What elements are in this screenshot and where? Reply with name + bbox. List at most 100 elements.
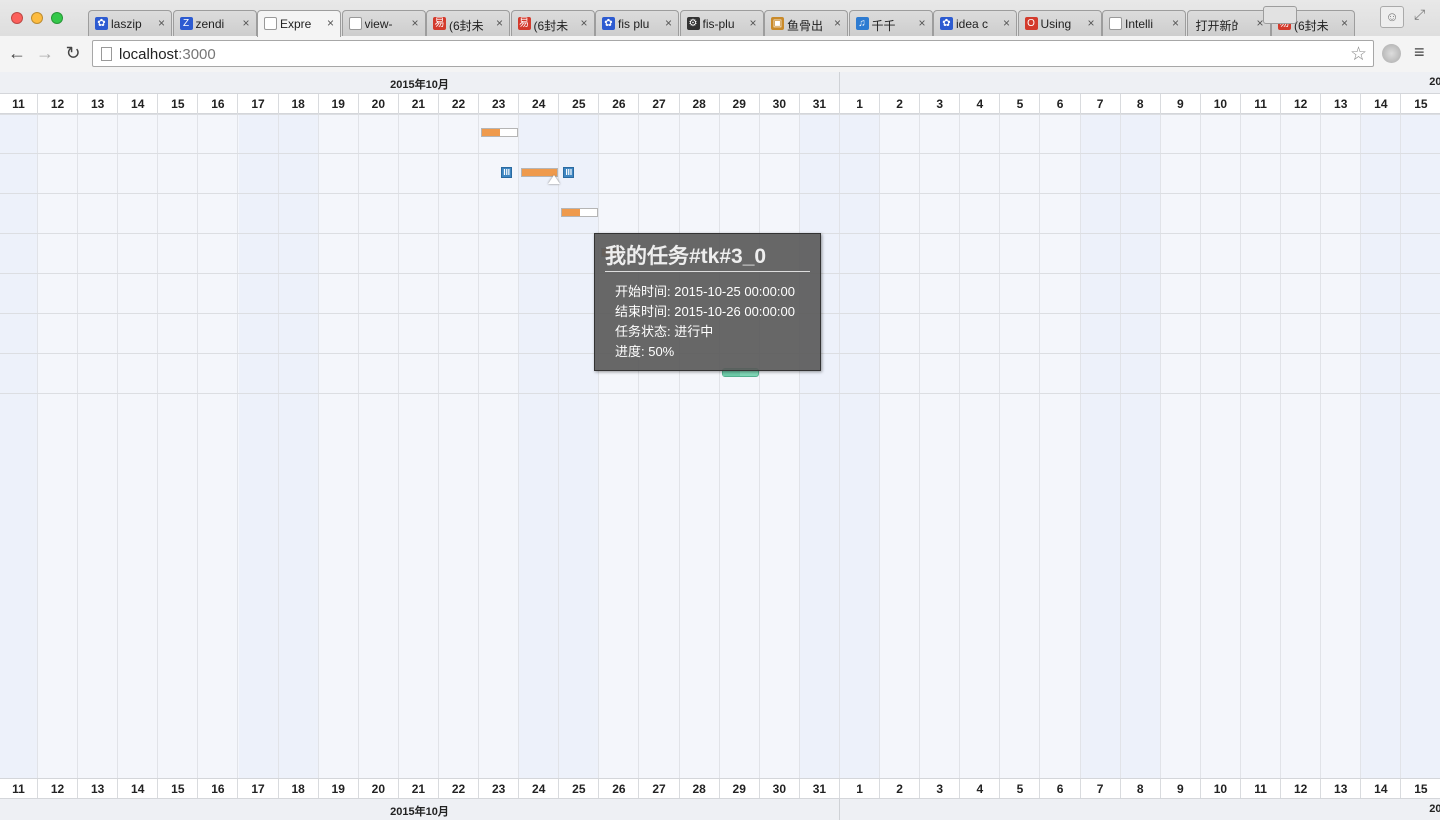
day-label: 30 bbox=[760, 779, 800, 799]
profile-icon[interactable]: ☺ bbox=[1380, 6, 1404, 28]
url-text[interactable]: localhost:3000 bbox=[119, 46, 216, 63]
browser-tab[interactable]: O Using × bbox=[1017, 10, 1102, 36]
day-label: 7 bbox=[1081, 779, 1121, 799]
day-label: 15 bbox=[1401, 94, 1440, 114]
tab-close-icon[interactable]: × bbox=[1087, 16, 1094, 30]
tooltip-progress: 进度: 50% bbox=[615, 344, 675, 359]
day-label: 11 bbox=[1241, 94, 1282, 114]
gantt-chart: 2015年10月 20 11 12 13 14 15 16 17 18 19 20 21 22 23 24 2… bbox=[0, 72, 1440, 820]
browser-tab[interactable]: Intelli × bbox=[1102, 10, 1186, 36]
tab-close-icon[interactable]: × bbox=[1003, 16, 1010, 30]
day-label: 10 bbox=[1201, 779, 1241, 799]
resize-handle-left[interactable]: III bbox=[501, 167, 513, 178]
paw-icon: ✿ bbox=[602, 17, 615, 30]
tab-close-icon[interactable]: × bbox=[411, 16, 418, 30]
browser-tab[interactable]: Zzendi × bbox=[172, 10, 257, 36]
window-close-button[interactable] bbox=[11, 12, 23, 24]
day-label: 20 bbox=[359, 779, 399, 799]
page-icon bbox=[101, 47, 112, 61]
day-column bbox=[1401, 114, 1440, 778]
browser-tab[interactable]: 打开新的× bbox=[1186, 10, 1271, 36]
window-maximize-button[interactable] bbox=[51, 12, 63, 24]
extension-globe-icon[interactable] bbox=[1382, 44, 1401, 63]
progress-drag-handle[interactable] bbox=[548, 175, 561, 184]
browser-tab[interactable]: ✿ idea c × bbox=[933, 10, 1017, 36]
browser-tab[interactable]: view- × bbox=[341, 10, 426, 36]
day-header-bottom: 11 12 13 14 15 16 17 18 19 20 21 22 23 24 25 26 27 28 29 30… bbox=[0, 778, 1440, 799]
browser-tab[interactable]: ▣ 鱼骨出 × bbox=[764, 10, 848, 36]
browser-tab[interactable]: 易(6封未 × bbox=[426, 10, 510, 36]
browser-tab[interactable]: ✿ laszip × bbox=[88, 10, 172, 36]
browser-tab[interactable]: ✿ fis plu × bbox=[595, 10, 679, 36]
new-tab-button[interactable] bbox=[1263, 6, 1297, 24]
tab-close-icon[interactable]: × bbox=[834, 16, 841, 30]
tab-label: Expre bbox=[280, 17, 312, 31]
day-label: 12 bbox=[38, 94, 79, 114]
url-port: :3000 bbox=[178, 46, 216, 63]
day-column bbox=[640, 114, 680, 778]
day-label: 29 bbox=[720, 779, 760, 799]
day-column bbox=[1361, 114, 1402, 778]
tab-close-icon[interactable]: × bbox=[1341, 16, 1348, 30]
tab-label: (6封未 bbox=[533, 19, 569, 33]
mail163-icon: 易 bbox=[433, 17, 446, 30]
day-label: 27 bbox=[640, 779, 680, 799]
browser-tab[interactable]: Expre × bbox=[257, 10, 341, 37]
task-bar[interactable] bbox=[481, 128, 519, 137]
day-label: 28 bbox=[680, 94, 720, 114]
day-column bbox=[78, 114, 119, 778]
day-label: 8 bbox=[1121, 779, 1161, 799]
day-label: 21 bbox=[399, 779, 439, 799]
task-bar[interactable] bbox=[561, 208, 599, 217]
row-divider bbox=[0, 153, 1440, 154]
resize-handle-right[interactable]: III bbox=[563, 167, 575, 178]
day-label: 11 bbox=[0, 94, 38, 114]
day-column bbox=[519, 114, 560, 778]
day-label: 15 bbox=[1401, 779, 1440, 799]
bookmark-star-icon[interactable]: ☆ bbox=[1350, 43, 1367, 66]
browser-tab[interactable]: ⚙ fis-plu × bbox=[679, 10, 764, 36]
tab-close-icon[interactable]: × bbox=[580, 16, 587, 30]
day-label: 13 bbox=[78, 94, 119, 114]
gantt-body: III III bbox=[0, 114, 1440, 778]
task-progress-fill bbox=[482, 129, 500, 136]
tab-close-icon[interactable]: × bbox=[158, 16, 165, 30]
tab-close-icon[interactable]: × bbox=[918, 16, 925, 30]
row-divider bbox=[0, 193, 1440, 194]
browser-tab[interactable]: ♫ 千千 × bbox=[848, 10, 933, 36]
paw-icon: ✿ bbox=[940, 17, 953, 30]
day-label: 30 bbox=[760, 94, 800, 114]
tab-label: idea c bbox=[956, 17, 989, 31]
tab-close-icon[interactable]: × bbox=[496, 16, 503, 30]
day-column bbox=[1161, 114, 1201, 778]
tab-label: (6封未 bbox=[449, 19, 484, 33]
fullscreen-icon[interactable]: ⤢ bbox=[1414, 6, 1425, 23]
menu-icon[interactable]: ≡ bbox=[1414, 42, 1425, 63]
address-bar[interactable]: localhost:3000 ☆ bbox=[92, 40, 1374, 67]
day-column bbox=[1041, 114, 1081, 778]
day-label: 24 bbox=[519, 779, 560, 799]
reload-button[interactable]: ↻ bbox=[62, 42, 84, 64]
paw-icon: ✿ bbox=[95, 17, 108, 30]
day-column bbox=[599, 114, 640, 778]
window-minimize-button[interactable] bbox=[31, 12, 43, 24]
tab-label: fis-plu bbox=[702, 17, 735, 31]
forward-button[interactable]: → bbox=[34, 42, 56, 64]
tab-close-icon[interactable]: × bbox=[665, 16, 672, 30]
month-label: 20 bbox=[1429, 76, 1440, 88]
day-column bbox=[1000, 114, 1041, 778]
day-label: 22 bbox=[439, 94, 480, 114]
day-label: 11 bbox=[1241, 779, 1282, 799]
tab-close-icon[interactable]: × bbox=[749, 16, 756, 30]
day-column bbox=[960, 114, 1001, 778]
day-column bbox=[880, 114, 921, 778]
tab-close-icon[interactable]: × bbox=[242, 16, 249, 30]
day-label: 5 bbox=[1000, 779, 1041, 799]
day-label: 20 bbox=[359, 94, 399, 114]
tab-close-icon[interactable]: × bbox=[327, 16, 334, 30]
browser-tab[interactable]: 易(6封未 × bbox=[510, 10, 595, 36]
day-column bbox=[1241, 114, 1282, 778]
tab-label: 打开新的 bbox=[1195, 19, 1238, 33]
tab-close-icon[interactable]: × bbox=[1172, 16, 1179, 30]
back-button[interactable]: ← bbox=[6, 42, 28, 64]
